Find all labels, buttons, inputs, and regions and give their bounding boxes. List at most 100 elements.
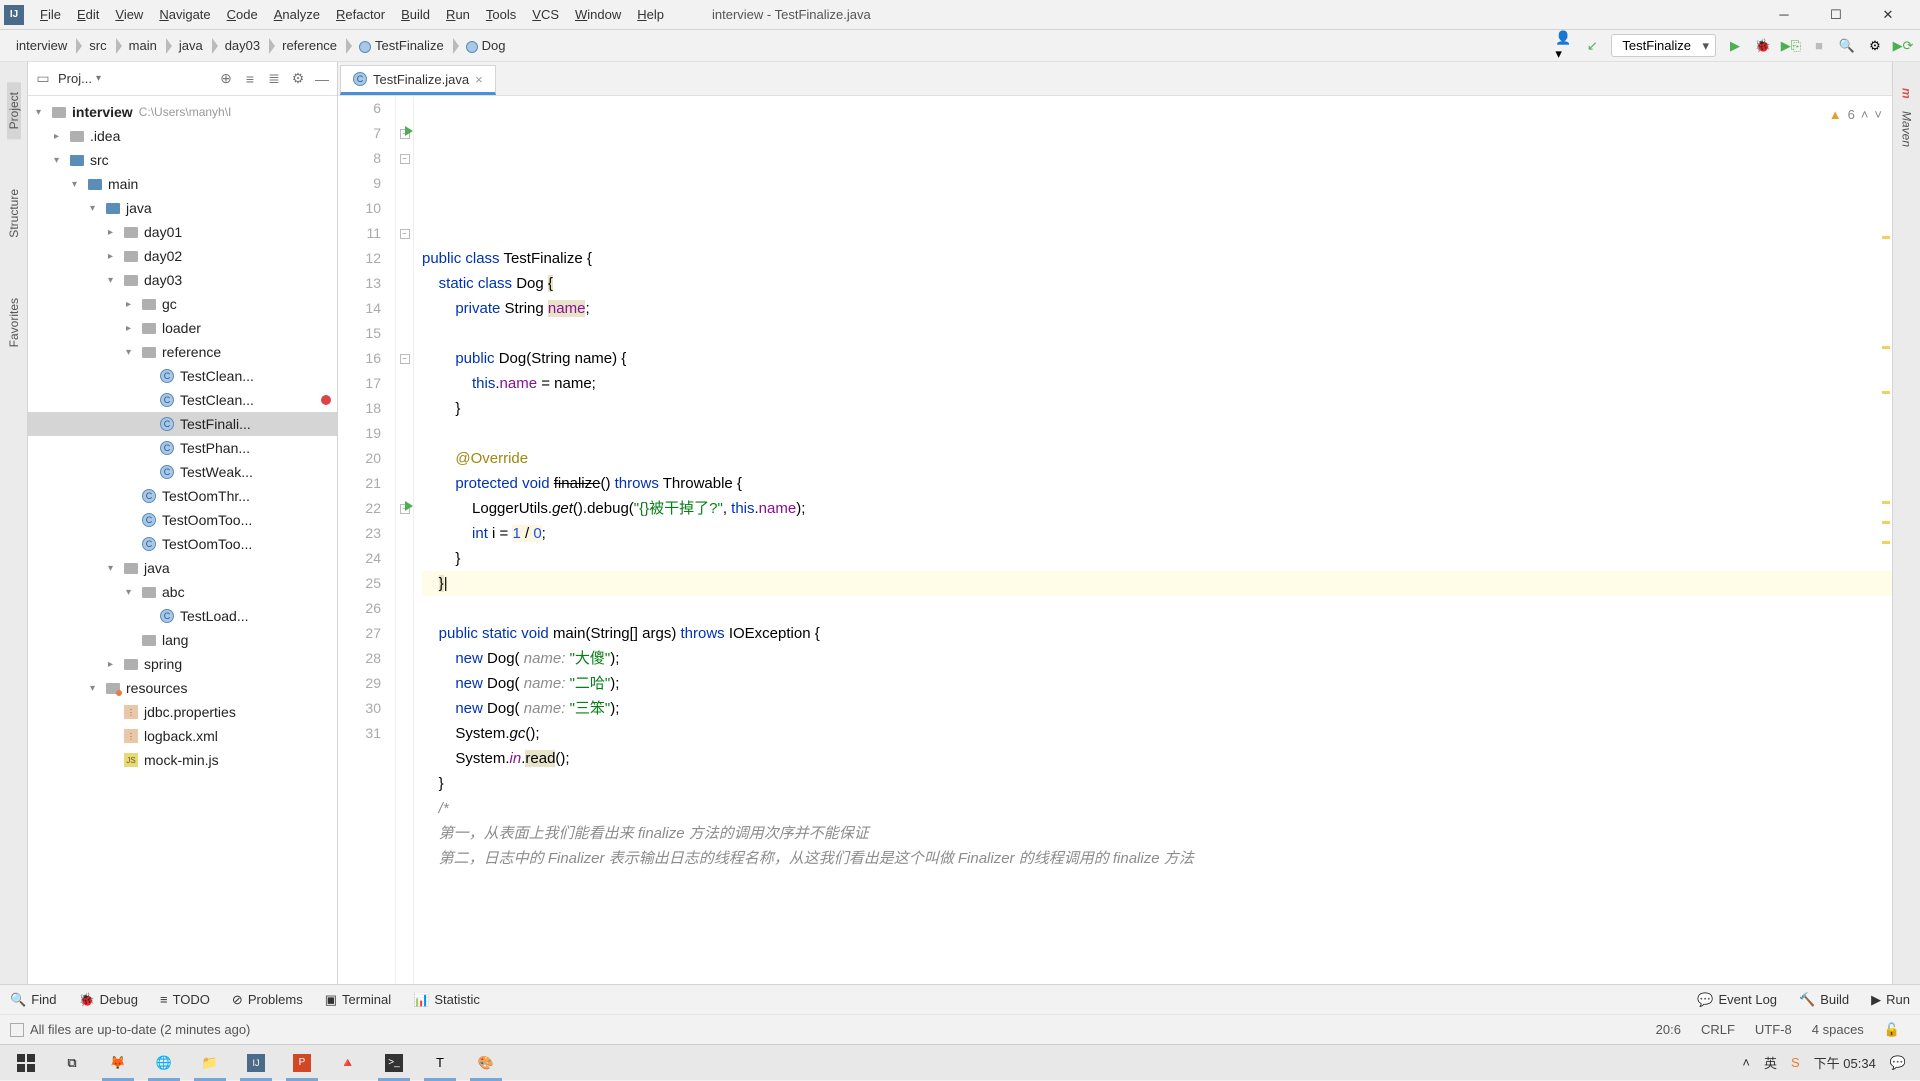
tree-node[interactable]: ▾resources xyxy=(28,676,337,700)
menu-build[interactable]: Build xyxy=(393,3,438,26)
inspection-widget[interactable]: ▲ 6 ˄ ˅ xyxy=(1829,102,1882,127)
editor-tab[interactable]: C TestFinalize.java × xyxy=(340,65,496,95)
indent-settings[interactable]: 4 spaces xyxy=(1802,1022,1874,1037)
menu-view[interactable]: View xyxy=(107,3,151,26)
project-tab[interactable]: Project xyxy=(7,82,21,139)
tree-node[interactable]: ▾src xyxy=(28,148,337,172)
tree-node[interactable]: CTestClean... xyxy=(28,388,337,412)
edge-icon[interactable]: 🌐 xyxy=(142,1047,186,1079)
terminal-icon[interactable]: >_ xyxy=(372,1047,416,1079)
tree-node[interactable]: CTestFinali... xyxy=(28,412,337,436)
start-button[interactable] xyxy=(4,1047,48,1079)
menu-code[interactable]: Code xyxy=(219,3,266,26)
eventlog-tool[interactable]: 💬 Event Log xyxy=(1697,992,1777,1008)
code-area[interactable]: ▲ 6 ˄ ˅ public class TestFinalize { stat… xyxy=(414,96,1892,984)
breadcrumb-item[interactable]: src xyxy=(81,36,120,55)
tree-node[interactable]: CTestOomToo... xyxy=(28,532,337,556)
menu-tools[interactable]: Tools xyxy=(478,3,524,26)
todo-tool[interactable]: ≡ TODO xyxy=(160,992,210,1007)
prev-highlight-icon[interactable]: ˄ xyxy=(1861,102,1869,127)
tree-node[interactable]: ▾java xyxy=(28,196,337,220)
menu-vcs[interactable]: VCS xyxy=(524,3,567,26)
breadcrumb-item[interactable]: TestFinalize xyxy=(351,36,458,55)
tree-node[interactable]: CTestOomToo... xyxy=(28,508,337,532)
task-view-icon[interactable]: ⧉ xyxy=(50,1047,94,1079)
breadcrumb-item[interactable]: reference xyxy=(274,36,351,55)
tree-node[interactable]: ▸spring xyxy=(28,652,337,676)
tree-node[interactable]: CTestLoad... xyxy=(28,604,337,628)
expand-all-icon[interactable]: ≡ xyxy=(241,70,259,88)
hide-icon[interactable]: — xyxy=(313,70,331,88)
back-icon[interactable]: ↙ xyxy=(1583,37,1601,55)
tree-node[interactable]: ▾abc xyxy=(28,580,337,604)
tree-node[interactable]: CTestOomThr... xyxy=(28,484,337,508)
project-view-selector[interactable]: Proj... xyxy=(58,71,101,86)
tree-node[interactable]: lang xyxy=(28,628,337,652)
tree-node[interactable]: CTestWeak... xyxy=(28,460,337,484)
line-gutter[interactable]: 6789101112131415161718192021222324252627… xyxy=(338,96,396,984)
breadcrumb-item[interactable]: Dog xyxy=(458,36,520,55)
status-icon[interactable] xyxy=(10,1023,24,1037)
notepad-icon[interactable]: T xyxy=(418,1047,462,1079)
structure-tab[interactable]: Structure xyxy=(7,179,21,248)
explorer-icon[interactable]: 📁 xyxy=(188,1047,232,1079)
run-config-selector[interactable]: TestFinalize xyxy=(1611,34,1716,57)
tray-chevron-icon[interactable]: ˄ xyxy=(1742,1055,1750,1070)
system-tray[interactable]: ˄ 英 S 下午 05:34 💬 xyxy=(1742,1053,1916,1072)
menu-help[interactable]: Help xyxy=(629,3,672,26)
maximize-button[interactable]: ☐ xyxy=(1816,3,1856,27)
tree-node[interactable]: CTestPhan... xyxy=(28,436,337,460)
tree-node[interactable]: ▸gc xyxy=(28,292,337,316)
favorites-tab[interactable]: Favorites xyxy=(7,288,21,357)
menu-file[interactable]: File xyxy=(32,3,69,26)
debug-button[interactable]: 🐞 xyxy=(1754,37,1772,55)
maven-icon[interactable]: m xyxy=(1900,82,1914,105)
tree-node[interactable]: JSmock-min.js xyxy=(28,748,337,772)
tree-node[interactable]: ▾interviewC:\Users\manyh\I xyxy=(28,100,337,124)
statistic-tool[interactable]: 📊 Statistic xyxy=(413,992,480,1008)
add-config-icon[interactable]: 👤▾ xyxy=(1555,37,1573,55)
tree-node[interactable]: ⋮logback.xml xyxy=(28,724,337,748)
tree-node[interactable]: ▸loader xyxy=(28,316,337,340)
tree-node[interactable]: ⋮jdbc.properties xyxy=(28,700,337,724)
project-tree[interactable]: ▾interviewC:\Users\manyh\I▸.idea▾src▾mai… xyxy=(28,96,337,984)
run-tool[interactable]: ▶ Run xyxy=(1871,992,1910,1008)
tree-node[interactable]: ▾java xyxy=(28,556,337,580)
tree-node[interactable]: ▾day03 xyxy=(28,268,337,292)
breadcrumb-item[interactable]: main xyxy=(121,36,171,55)
breadcrumb-item[interactable]: java xyxy=(171,36,217,55)
tree-node[interactable]: ▸.idea xyxy=(28,124,337,148)
powerpoint-icon[interactable]: P xyxy=(280,1047,324,1079)
tray-app-icon[interactable]: S xyxy=(1791,1055,1800,1070)
tree-node[interactable]: CTestClean... xyxy=(28,364,337,388)
paint-icon[interactable]: 🎨 xyxy=(464,1047,508,1079)
caret-position[interactable]: 20:6 xyxy=(1646,1022,1691,1037)
debug-tool[interactable]: 🐞 Debug xyxy=(78,992,138,1008)
tree-node[interactable]: ▾main xyxy=(28,172,337,196)
line-separator[interactable]: CRLF xyxy=(1691,1022,1745,1037)
firefox-icon[interactable]: 🦊 xyxy=(96,1047,140,1079)
project-view-icon[interactable]: ▭ xyxy=(34,70,52,88)
coverage-button[interactable]: ▶⎘ xyxy=(1782,37,1800,55)
clock[interactable]: 下午 05:34 xyxy=(1814,1053,1876,1072)
file-encoding[interactable]: UTF-8 xyxy=(1745,1022,1802,1037)
minimize-button[interactable]: ─ xyxy=(1764,3,1804,27)
settings-icon[interactable]: ⚙ xyxy=(1866,37,1884,55)
find-tool[interactable]: 🔍 Find xyxy=(10,992,56,1008)
search-icon[interactable]: 🔍 xyxy=(1838,37,1856,55)
menu-refactor[interactable]: Refactor xyxy=(328,3,393,26)
close-tab-icon[interactable]: × xyxy=(475,72,483,87)
breadcrumb-item[interactable]: day03 xyxy=(217,36,274,55)
settings-icon[interactable]: ⚙ xyxy=(289,70,307,88)
notifications-icon[interactable]: 💬 xyxy=(1890,1055,1906,1071)
menu-navigate[interactable]: Navigate xyxy=(151,3,218,26)
terminal-tool[interactable]: ▣ Terminal xyxy=(325,992,391,1008)
tree-node[interactable]: ▾reference xyxy=(28,340,337,364)
tree-node[interactable]: ▸day01 xyxy=(28,220,337,244)
run-button[interactable]: ▶ xyxy=(1726,37,1744,55)
maven-tab[interactable]: Maven xyxy=(1900,105,1914,153)
menu-run[interactable]: Run xyxy=(438,3,478,26)
readonly-lock-icon[interactable]: 🔓 xyxy=(1874,1022,1910,1038)
menu-window[interactable]: Window xyxy=(567,3,629,26)
ime-icon[interactable]: 英 xyxy=(1764,1053,1777,1072)
